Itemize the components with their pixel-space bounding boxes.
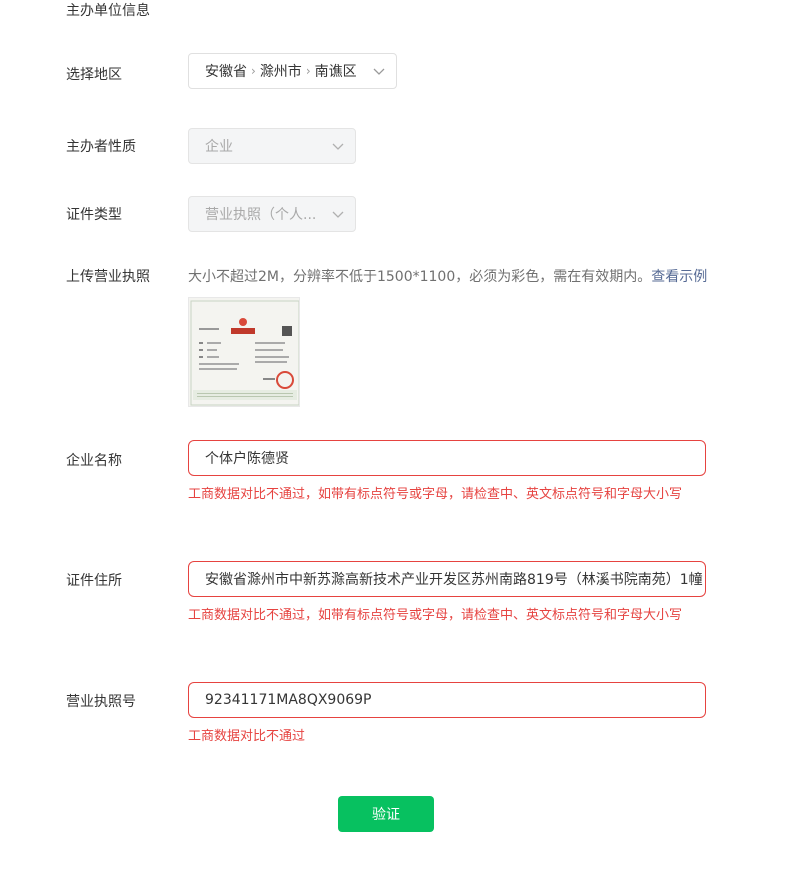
- province-value: 安徽省: [205, 64, 247, 80]
- verify-button[interactable]: 验证: [338, 796, 434, 832]
- organizer-type-select[interactable]: 企业: [188, 128, 356, 164]
- address-label: 证件住所: [66, 573, 122, 589]
- license-thumbnail[interactable]: [188, 297, 300, 407]
- company-name-input[interactable]: 个体户陈德贤: [188, 440, 706, 476]
- district-value: 南谯区: [314, 64, 357, 80]
- license-number-error: 工商数据对比不通过: [188, 729, 306, 744]
- region-select[interactable]: 安徽省 › 滁州市 › 南谯区: [188, 53, 397, 89]
- region-label: 选择地区: [66, 67, 122, 83]
- certificate-type-value: 营业执照（个人...: [205, 207, 317, 223]
- license-number-input[interactable]: 92341171MA8QX9069P: [188, 682, 706, 718]
- upload-hint-text: 大小不超过2M，分辨率不低于1500*1100，必须为彩色，需在有效期内。: [188, 269, 652, 285]
- company-name-label: 企业名称: [66, 453, 122, 469]
- chevron-down-icon: [332, 211, 344, 218]
- company-name-error: 工商数据对比不通过，如带有标点符号或字母，请检查中、英文标点符号和字母大小写: [188, 487, 683, 502]
- chevron-down-icon: [373, 68, 385, 75]
- license-image-icon: [189, 298, 299, 406]
- address-error: 工商数据对比不通过，如带有标点符号或字母，请检查中、英文标点符号和字母大小写: [188, 608, 683, 623]
- chevron-down-icon: [332, 143, 344, 150]
- address-input[interactable]: 安徽省滁州市中新苏滁高新技术产业开发区苏州南路819号（林溪书院南苑）1幢: [188, 561, 706, 597]
- organizer-type-value: 企业: [205, 139, 233, 155]
- certificate-type-label: 证件类型: [66, 207, 122, 223]
- section-title: 主办单位信息: [66, 3, 150, 19]
- upload-hint: 大小不超过2M，分辨率不低于1500*1100，必须为彩色，需在有效期内。查看示…: [188, 266, 707, 286]
- view-example-link[interactable]: 查看示例: [651, 269, 707, 285]
- certificate-type-select[interactable]: 营业执照（个人...: [188, 196, 356, 232]
- organizer-type-label: 主办者性质: [66, 139, 136, 155]
- license-number-label: 营业执照号: [66, 694, 136, 710]
- city-value: 滁州市: [259, 64, 302, 80]
- chevron-right-icon: ›: [305, 64, 311, 78]
- chevron-right-icon: ›: [251, 64, 256, 78]
- upload-label: 上传营业执照: [66, 269, 150, 285]
